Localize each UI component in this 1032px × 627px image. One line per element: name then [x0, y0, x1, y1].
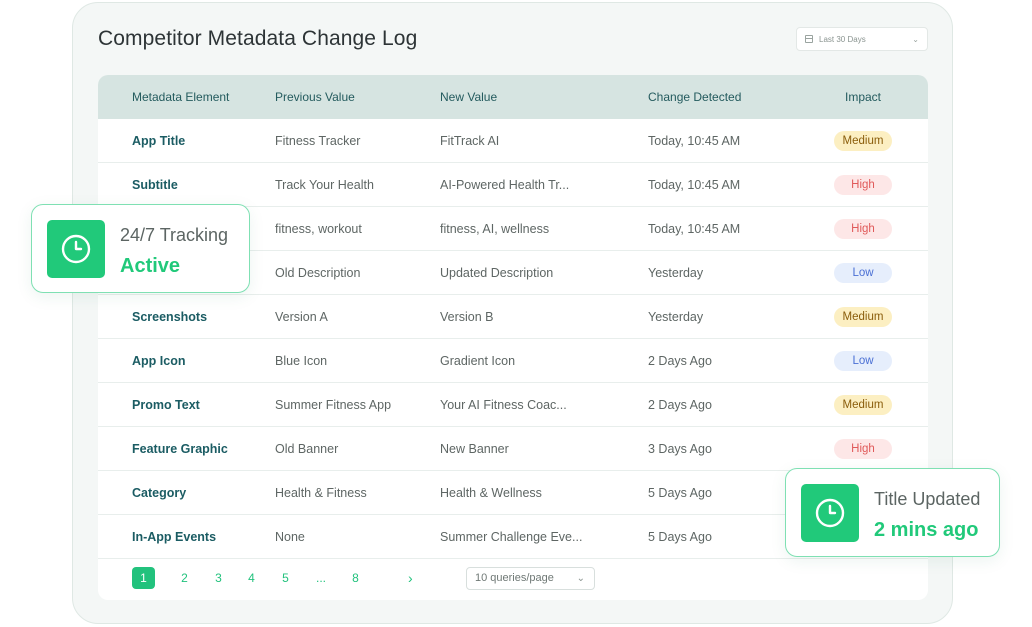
- chevron-down-icon: ⌄: [912, 34, 919, 44]
- calendar-icon: [805, 35, 813, 43]
- cell-new-value: Updated Description: [440, 265, 554, 280]
- table-row[interactable]: App Title Fitness Tracker FitTrack AI Today…: [98, 119, 928, 163]
- per-page-select[interactable]: 10 queries/page ⌄: [466, 567, 595, 590]
- cell-new-value: AI-Powered Health Tr...: [440, 177, 570, 192]
- cell-previous-value: Track Your Health: [275, 177, 374, 192]
- page-title: Competitor Metadata Change Log: [98, 27, 418, 50]
- page-1-button[interactable]: 1: [132, 567, 155, 589]
- tracking-status-card: 24/7 Tracking Active: [31, 204, 250, 293]
- cell-impact: Medium: [833, 394, 893, 415]
- title-updated-card: Title Updated 2 mins ago: [785, 468, 1000, 557]
- cell-metadata-element: Feature Graphic: [132, 441, 228, 456]
- cell-change-detected: 3 Days Ago: [648, 441, 712, 456]
- cell-change-detected: Yesterday: [648, 309, 704, 324]
- cell-impact: High: [833, 218, 893, 239]
- table-header: Metadata Element Previous Value New Valu…: [98, 75, 928, 119]
- header-previous-value: Previous Value: [275, 90, 355, 104]
- tracking-label: 24/7 Tracking: [120, 225, 229, 245]
- table-row[interactable]: Subtitle Track Your Health AI-Powered Heal…: [98, 163, 928, 207]
- title-updated-label: Title Updated: [874, 489, 981, 509]
- impact-badge: Medium: [834, 394, 892, 415]
- cell-new-value: New Banner: [440, 441, 509, 456]
- cell-new-value: Health & Wellness: [440, 485, 542, 500]
- cell-change-detected: Today, 10:45 AM: [648, 177, 741, 192]
- impact-badge: High: [834, 174, 892, 195]
- chevron-down-icon: ⌄: [576, 573, 585, 584]
- cell-impact: Low: [833, 350, 893, 371]
- page-5-button[interactable]: 5: [274, 567, 297, 589]
- cell-impact: Low: [833, 262, 893, 283]
- cell-previous-value: Fitness Tracker: [275, 133, 361, 148]
- impact-badge: High: [834, 438, 892, 459]
- header-change-detected: Change Detected: [648, 90, 742, 104]
- pagination: 1 2 3 4 5 ... 8 › 10 queries/page ⌄: [98, 559, 928, 599]
- next-page-button[interactable]: ›: [408, 567, 413, 589]
- per-page-value: 10 queries/page: [475, 572, 554, 584]
- table-row[interactable]: App Icon Blue Icon Gradient Icon 2 Days Ago…: [98, 339, 928, 383]
- cell-new-value: Version B: [440, 309, 494, 324]
- cell-metadata-element: App Title: [132, 133, 186, 148]
- table-row[interactable]: Promo Text Summer Fitness App Your AI Fitn…: [98, 383, 928, 427]
- page-2-button[interactable]: 2: [173, 567, 196, 589]
- page-8-button[interactable]: 8: [344, 567, 367, 589]
- cell-impact: Medium: [833, 306, 893, 327]
- cell-metadata-element: App Icon: [132, 353, 186, 368]
- cell-metadata-element: Category: [132, 485, 187, 500]
- date-range-select[interactable]: Last 30 Days ⌄: [796, 27, 928, 51]
- cell-previous-value: fitness, workout: [275, 221, 362, 236]
- cell-impact: High: [833, 438, 893, 459]
- cell-impact: Medium: [833, 130, 893, 151]
- cell-change-detected: Today, 10:45 AM: [648, 133, 741, 148]
- cell-change-detected: 5 Days Ago: [648, 529, 712, 544]
- page-3-button[interactable]: 3: [207, 567, 230, 589]
- impact-badge: Low: [834, 262, 892, 283]
- header-metadata-element: Metadata Element: [132, 90, 230, 104]
- cell-previous-value: None: [275, 529, 305, 544]
- cell-metadata-element: In-App Events: [132, 529, 217, 544]
- impact-badge: High: [834, 218, 892, 239]
- cell-change-detected: 2 Days Ago: [648, 353, 712, 368]
- cell-change-detected: 2 Days Ago: [648, 397, 712, 412]
- title-updated-value: 2 mins ago: [874, 519, 979, 541]
- cell-new-value: FitTrack AI: [440, 133, 500, 148]
- cell-previous-value: Old Description: [275, 265, 361, 280]
- header-impact: Impact: [844, 90, 881, 104]
- cell-metadata-element: Subtitle: [132, 177, 178, 192]
- impact-badge: Medium: [834, 130, 892, 151]
- page-ellipsis: ...: [316, 571, 327, 585]
- clock-icon: [47, 220, 105, 278]
- cell-change-detected: 5 Days Ago: [648, 485, 712, 500]
- cell-impact: High: [833, 174, 893, 195]
- clock-icon: [801, 484, 859, 542]
- impact-badge: Low: [834, 350, 892, 371]
- cell-previous-value: Blue Icon: [275, 353, 328, 368]
- table-row[interactable]: Feature Graphic Old Banner New Banner 3 Day…: [98, 427, 928, 471]
- cell-metadata-element: Screenshots: [132, 309, 208, 324]
- page-4-button[interactable]: 4: [240, 567, 263, 589]
- cell-previous-value: Summer Fitness App: [275, 397, 392, 412]
- table-row[interactable]: Screenshots Version A Version B Yesterday Me…: [98, 295, 928, 339]
- tracking-value: Active: [120, 255, 181, 277]
- cell-previous-value: Old Banner: [275, 441, 339, 456]
- cell-new-value: Gradient Icon: [440, 353, 516, 368]
- cell-new-value: Summer Challenge Eve...: [440, 529, 583, 544]
- header-new-value: New Value: [440, 90, 498, 104]
- date-range-value: Last 30 Days: [819, 34, 866, 44]
- cell-new-value: Your AI Fitness Coac...: [440, 397, 567, 412]
- cell-change-detected: Today, 10:45 AM: [648, 221, 741, 236]
- cell-previous-value: Version A: [275, 309, 328, 324]
- cell-change-detected: Yesterday: [648, 265, 704, 280]
- cell-metadata-element: Promo Text: [132, 397, 200, 412]
- impact-badge: Medium: [834, 306, 892, 327]
- cell-previous-value: Health & Fitness: [275, 485, 367, 500]
- cell-new-value: fitness, AI, wellness: [440, 221, 550, 236]
